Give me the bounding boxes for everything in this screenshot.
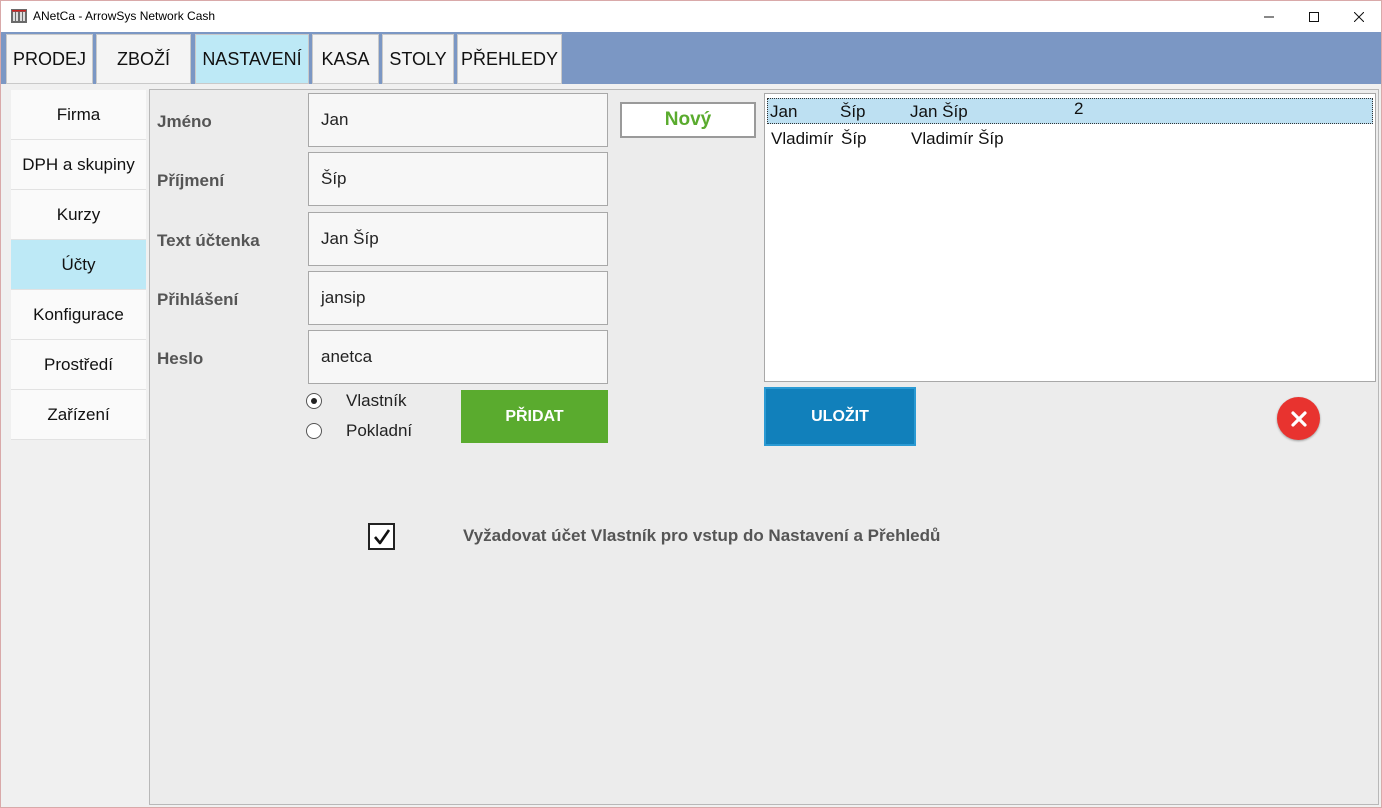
minimize-icon [1264,16,1274,17]
app-window: ANetCa - ArrowSys Network Cash PRODEJ ZB… [0,0,1382,808]
close-icon [1354,11,1364,22]
last-name-label: Příjmení [157,171,225,190]
tab-zbozi[interactable]: ZBOŽÍ [96,34,191,84]
sidebar-item-dph[interactable]: DPH a skupiny [11,140,146,190]
window-close-button[interactable] [1336,1,1381,32]
add-account-button[interactable]: PŘIDAT [461,390,608,443]
sidebar-item-kurzy[interactable]: Kurzy [11,190,146,240]
tab-kasa[interactable]: KASA [312,34,379,84]
receipt-text-field[interactable]: Jan Šíp [308,212,608,266]
list-cell-display: Vladimír Šíp [911,129,1004,148]
list-cell-last: Šíp [840,102,866,121]
owner-radio[interactable] [306,393,322,409]
sidebar-item-ucty[interactable]: Účty [11,240,146,290]
maximize-button[interactable] [1291,1,1337,32]
owner-radio-label: Vlastník [346,391,407,410]
first-name-label: Jméno [157,112,212,131]
sidebar-item-zarizeni[interactable]: Zařízení [11,390,146,440]
first-name-field[interactable]: Jan [308,93,608,147]
last-name-field[interactable]: Šíp [308,152,608,206]
role-owner-option[interactable]: Vlastník [306,391,406,411]
title-bar: ANetCa - ArrowSys Network Cash [1,1,1381,32]
minimize-button[interactable] [1246,1,1292,32]
new-account-button[interactable]: Nový [620,102,756,138]
list-item[interactable]: Vladimír Šíp Vladimír Šíp [767,126,1373,152]
tab-prehledy[interactable]: PŘEHLEDY [457,34,562,84]
tab-nastaveni[interactable]: NASTAVENÍ [195,34,309,84]
list-cell-extra: 2 [1074,99,1084,118]
tab-prodej[interactable]: PRODEJ [6,34,93,84]
close-icon [1290,410,1307,427]
list-item[interactable]: Jan Šíp Jan Šíp 2 [767,98,1373,124]
list-cell-first: Jan [770,102,798,121]
sidebar-item-firma[interactable]: Firma [11,90,146,140]
role-cashier-option[interactable]: Pokladní [306,421,412,441]
cashier-radio-label: Pokladní [346,421,413,440]
login-field[interactable]: jansip [308,271,608,325]
cashier-radio[interactable] [306,423,322,439]
settings-sidebar: Firma DPH a skupiny Kurzy Účty Konfigura… [11,90,146,440]
password-field[interactable]: anetca [308,330,608,384]
password-label: Heslo [157,349,204,368]
checkmark-icon [373,528,390,544]
require-owner-label: Vyžadovat účet Vlastník pro vstup do Nas… [463,526,941,545]
accounts-list[interactable]: Jan Šíp Jan Šíp 2 Vladimír Šíp Vladimír … [764,93,1376,382]
receipt-text-label: Text účtenka [157,231,260,250]
sidebar-item-konfigurace[interactable]: Konfigurace [11,290,146,340]
sidebar-item-prostredi[interactable]: Prostředí [11,340,146,390]
list-cell-last: Šíp [841,129,867,148]
accounts-panel: Jméno Jan Příjmení Šíp Text účtenka Jan … [149,89,1379,805]
app-logo-icon [11,9,27,23]
require-owner-checkbox[interactable] [368,523,395,550]
delete-button[interactable] [1277,397,1320,440]
main-tab-bar: PRODEJ ZBOŽÍ NASTAVENÍ KASA STOLY PŘEHLE… [1,32,1381,84]
maximize-icon [1309,11,1319,22]
list-cell-display: Jan Šíp [910,102,968,121]
save-button[interactable]: ULOŽIT [764,387,916,446]
login-label: Přihlášení [157,290,239,309]
tab-stoly[interactable]: STOLY [382,34,454,84]
window-title: ANetCa - ArrowSys Network Cash [33,9,216,23]
list-cell-first: Vladimír [771,129,834,148]
